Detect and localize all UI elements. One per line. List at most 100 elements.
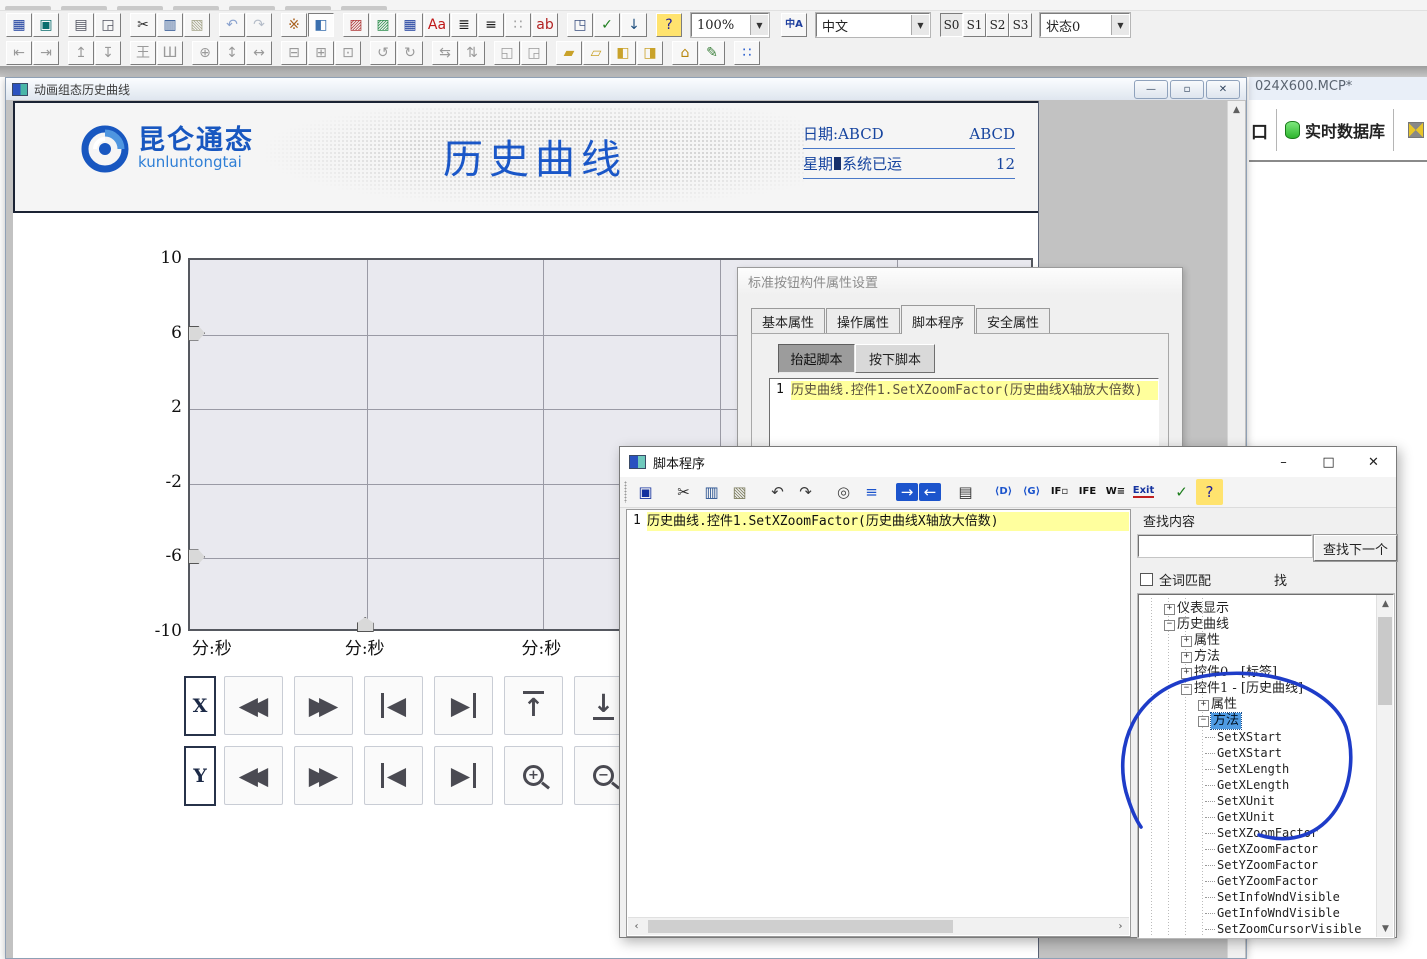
close-button[interactable]: ✕ xyxy=(1206,80,1240,99)
tree-item-label[interactable]: 仪表显示 xyxy=(1177,601,1229,617)
tab-脚本程序[interactable]: 脚本程序 xyxy=(901,305,975,334)
language-select[interactable]: 中文 ▼ xyxy=(816,13,930,37)
y-skip-start-button[interactable]: ◀ xyxy=(364,746,423,805)
tree-scrollbar[interactable]: ▲ ▼ xyxy=(1376,595,1393,937)
cut-icon[interactable]: ✂ xyxy=(670,479,697,505)
font-icon[interactable]: Aa xyxy=(424,13,450,37)
code-line[interactable]: 历史曲线.控件1.SetXZoomFactor(历史曲线X轴放大倍数) xyxy=(647,512,1129,531)
help-icon[interactable]: ? xyxy=(1196,479,1223,505)
scroll-up-icon[interactable]: ▲ xyxy=(1228,101,1245,118)
find-input[interactable] xyxy=(1138,535,1312,557)
tree-item-label[interactable]: GetXLength xyxy=(1217,777,1289,793)
state-button-s0[interactable]: S0 xyxy=(940,13,963,37)
expand-icon[interactable]: + xyxy=(1164,604,1175,615)
tree-item[interactable]: GetInfoWndVisible xyxy=(1141,905,1376,921)
scroll-down-icon[interactable]: ▼ xyxy=(1377,920,1394,937)
tree-item-label[interactable]: GetXStart xyxy=(1217,745,1282,761)
scroll-up-icon[interactable]: ▲ xyxy=(1377,595,1394,612)
tree-item[interactable]: GetXZoomFactor xyxy=(1141,841,1376,857)
tree-item-label[interactable]: GetXUnit xyxy=(1217,809,1275,825)
tab-安全属性[interactable]: 安全属性 xyxy=(976,308,1050,334)
window-titlebar[interactable]: 动画组态历史曲线 —▫✕ xyxy=(6,78,1246,101)
window-titlebar[interactable]: 脚本程序 –□✕ xyxy=(620,447,1396,477)
format-icon[interactable]: ≡ xyxy=(858,479,885,505)
tree-item[interactable]: −控件1 - [历史曲线] xyxy=(1141,681,1376,697)
expand-icon[interactable]: + xyxy=(1181,652,1192,663)
lock-icon[interactable]: ⌂ xyxy=(672,41,698,65)
tree-item-label[interactable]: 属性 xyxy=(1194,633,1220,649)
tree-item[interactable]: +属性 xyxy=(1141,697,1376,713)
tree-item[interactable]: +控件0 - [标签] xyxy=(1141,665,1376,681)
sort-icon[interactable]: ↓ xyxy=(621,13,647,37)
y-zoom-in-button[interactable]: + xyxy=(504,746,563,805)
state-button-s3[interactable]: S3 xyxy=(1009,13,1032,37)
new-form-icon[interactable]: ▦ xyxy=(6,13,32,37)
tree-item-label[interactable]: SetYZoomFactor xyxy=(1217,857,1318,873)
text-grid-icon[interactable]: ▦ xyxy=(397,13,423,37)
hlines-icon[interactable]: ≣ xyxy=(451,13,477,37)
expand-icon[interactable]: + xyxy=(1198,700,1209,711)
dialog-titlebar[interactable]: 标准按钮构件属性设置 xyxy=(738,268,1182,295)
tree-item[interactable]: −方法 xyxy=(1141,713,1376,729)
tree-item[interactable]: GetYZoomFactor xyxy=(1141,873,1376,889)
tab-操作属性[interactable]: 操作属性 xyxy=(826,308,900,334)
collapse-icon[interactable]: − xyxy=(1198,716,1209,727)
chevron-down-icon[interactable]: ▼ xyxy=(1111,15,1129,35)
cut-icon[interactable]: ✂ xyxy=(130,13,156,37)
tree-item-label[interactable]: SetXStart xyxy=(1217,729,1282,745)
x-scroll-top-button[interactable]: ↑ xyxy=(504,676,563,735)
graph-object-icon[interactable]: ⟨G⟩ xyxy=(1018,479,1045,505)
tab-raise-script[interactable]: 抬起脚本 xyxy=(778,344,855,373)
tree-item[interactable]: +方法 xyxy=(1141,649,1376,665)
vlines-icon[interactable]: ≡ xyxy=(478,13,504,37)
collapse-icon[interactable]: − xyxy=(1181,684,1192,695)
tree-item[interactable]: GetXStart xyxy=(1141,745,1376,761)
workbench-icon[interactable]: ◧ xyxy=(308,13,334,37)
collapse-icon[interactable]: − xyxy=(1164,620,1175,631)
x-skip-end-button[interactable]: ▶ xyxy=(434,676,493,735)
scroll-right-icon[interactable]: › xyxy=(1112,918,1129,935)
save-icon[interactable]: ▣ xyxy=(632,479,659,505)
horizontal-scrollbar[interactable]: ‹ › xyxy=(628,917,1129,935)
close-button[interactable]: ✕ xyxy=(1351,447,1396,477)
minimize-button[interactable]: – xyxy=(1261,447,1306,477)
tree-item[interactable]: SetXStart xyxy=(1141,729,1376,745)
layer-up-icon[interactable]: ◧ xyxy=(610,41,636,65)
import-icon[interactable]: ← xyxy=(919,483,941,501)
restore-button[interactable]: ▫ xyxy=(1170,80,1204,99)
save-icon[interactable]: ▣ xyxy=(33,13,59,37)
x-skip-start-button[interactable]: ◀ xyxy=(364,676,423,735)
y-fast-forward-button[interactable]: ▶▶ xyxy=(294,746,353,805)
code-line[interactable]: 历史曲线.控件1.SetXZoomFactor(历史曲线X轴放大倍数) xyxy=(791,381,1158,400)
spellcheck-icon[interactable]: ab xyxy=(532,13,558,37)
tree-item-label[interactable]: SetXZoomFactor xyxy=(1217,825,1318,841)
print-icon[interactable]: ▤ xyxy=(68,13,94,37)
palette-icon[interactable]: ▨ xyxy=(343,13,369,37)
tree-item[interactable]: SetXZoomFactor xyxy=(1141,825,1376,841)
redo-icon[interactable]: ↷ xyxy=(792,479,819,505)
scrollbar-thumb[interactable] xyxy=(648,920,953,933)
strategy-icon[interactable] xyxy=(1408,122,1424,138)
lang-icon[interactable]: 中A xyxy=(781,13,807,37)
tree-item[interactable]: SetInfoWndVisible xyxy=(1141,889,1376,905)
data-object-icon[interactable]: ⟨D⟩ xyxy=(990,479,1017,505)
tree-item[interactable]: SetYZoomFactor xyxy=(1141,857,1376,873)
tree-item[interactable]: SetZoomCursorVisible xyxy=(1141,921,1376,935)
paste-icon[interactable]: ▧ xyxy=(726,479,753,505)
state-button-s1[interactable]: S1 xyxy=(963,13,986,37)
minimize-button[interactable]: — xyxy=(1134,80,1168,99)
tree-item[interactable]: SetXUnit xyxy=(1141,793,1376,809)
workspace-tab-partial[interactable]: 口 xyxy=(1251,118,1268,143)
x-rewind-button[interactable]: ◀◀ xyxy=(224,676,283,735)
layer-down-icon[interactable]: ◨ xyxy=(637,41,663,65)
tree-item[interactable]: GetXLength xyxy=(1141,777,1376,793)
tree-item-label[interactable]: 控件0 - [标签] xyxy=(1194,665,1277,681)
tab-press-script[interactable]: 按下脚本 xyxy=(855,344,935,373)
tree-item[interactable]: +属性 xyxy=(1141,633,1376,649)
tree-item[interactable]: −历史曲线 xyxy=(1141,617,1376,633)
copy-icon[interactable]: ▥ xyxy=(157,13,183,37)
tree-item[interactable]: SetXLength xyxy=(1141,761,1376,777)
toolbar-grip[interactable] xyxy=(624,481,627,503)
tree-item-label[interactable]: GetInfoWndVisible xyxy=(1217,905,1340,921)
status-select[interactable]: 状态0 ▼ xyxy=(1040,13,1130,37)
